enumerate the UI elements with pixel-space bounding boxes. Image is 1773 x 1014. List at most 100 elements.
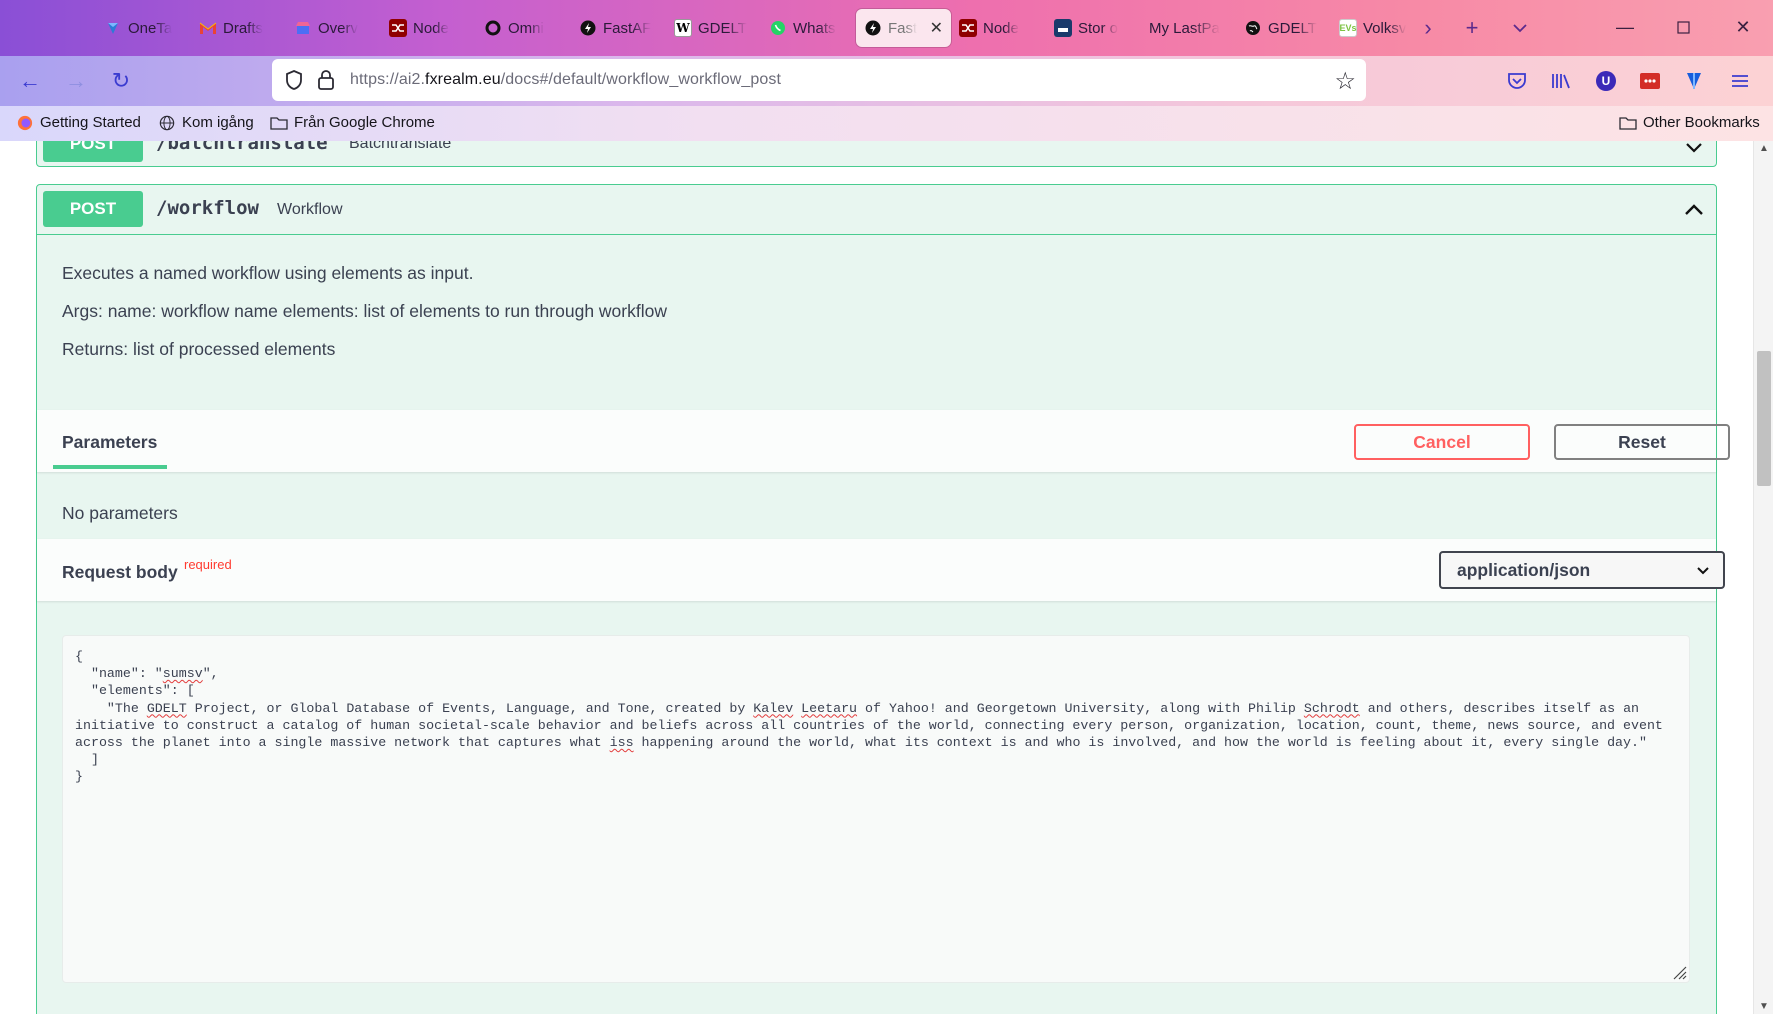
no-parameters-text: No parameters	[62, 503, 178, 523]
fastapi-icon	[864, 19, 882, 37]
tab-lastpass[interactable]: My LastPa	[1141, 9, 1236, 47]
tab-node-red-1[interactable]: Node	[381, 9, 476, 47]
reload-icon[interactable]: ↻	[103, 64, 139, 98]
operation-batchtranslate[interactable]: POST /batchtranslate Batchtranslate	[36, 141, 1717, 167]
lastpass-icon[interactable]	[1638, 69, 1662, 93]
globe-icon	[159, 115, 175, 130]
resize-grip-icon[interactable]	[1671, 964, 1687, 980]
tab-storage[interactable]: Stor o	[1046, 9, 1141, 47]
request-body-header: Request body required application/json	[37, 539, 1725, 601]
tab-node-red-2[interactable]: Node	[951, 9, 1046, 47]
request-body-label: Request body	[62, 562, 178, 582]
tab-parameters[interactable]: Parameters	[62, 432, 157, 453]
bookmark-label: Other Bookmarks	[1643, 114, 1760, 131]
tab-whatsapp[interactable]: Whats	[761, 9, 856, 47]
tab-label: GDELT	[698, 19, 747, 37]
tab-onetab[interactable]: OneTa	[96, 9, 191, 47]
description-returns: Returns: list of processed elements	[62, 339, 336, 359]
list-all-tabs-icon[interactable]	[1502, 10, 1538, 46]
misspelled-word: Leetaru	[801, 700, 858, 716]
json-text: Project, or Global Database of Events, L…	[186, 700, 754, 716]
scrollbar-thumb[interactable]	[1757, 351, 1771, 486]
close-window-icon[interactable]: ✕	[1720, 8, 1766, 46]
operation-path: /batchtranslate	[156, 141, 328, 154]
library-icon[interactable]	[1550, 69, 1574, 93]
json-line: }	[75, 769, 83, 785]
json-punct: ",	[202, 666, 219, 682]
chevron-down-icon[interactable]	[1682, 141, 1706, 160]
request-body-editor[interactable]: { "name": "sumsv", "elements": [ "The GD…	[62, 635, 1690, 983]
bookmark-label: Getting Started	[40, 114, 141, 131]
menu-icon[interactable]	[1728, 69, 1752, 93]
required-badge: required	[184, 557, 232, 572]
json-text: happening around the world, what its con…	[633, 735, 1647, 751]
tab-overview[interactable]: Overv	[286, 9, 381, 47]
operation-summary: Workflow	[277, 201, 343, 218]
tracking-shield-icon[interactable]	[284, 69, 304, 91]
fastapi-icon	[579, 19, 597, 37]
bookmark-label: Kom igång	[182, 114, 254, 131]
evs-icon: EVs	[1339, 19, 1357, 37]
tab-gmail-drafts[interactable]: Drafts	[191, 9, 286, 47]
tab-list: OneTa Drafts Overv Node Omni FastAF W GD…	[96, 9, 1426, 47]
misspelled-word: Kalev	[753, 700, 794, 716]
tab-label: Whats	[793, 19, 836, 37]
minimize-window-icon[interactable]: —	[1602, 8, 1648, 46]
chevron-up-icon[interactable]	[1682, 197, 1706, 221]
tab-label: FastAF	[603, 19, 652, 37]
scroll-down-icon[interactable]: ▼	[1754, 1001, 1773, 1012]
tab-gdelt-wiki[interactable]: W GDELT	[666, 9, 761, 47]
back-icon[interactable]: ←	[12, 64, 48, 98]
tab-label: OneTa	[128, 19, 173, 37]
tab-omni[interactable]: Omni	[476, 9, 571, 47]
bitwarden-icon[interactable]	[1682, 69, 1706, 93]
description-args: Args: name: workflow name elements: list…	[62, 301, 667, 321]
description-line: Executes a named workflow using elements…	[62, 263, 474, 283]
bookmark-folder-other[interactable]: Other Bookmarks	[1619, 114, 1760, 131]
json-text: of Yahoo! and Georgetown University, alo…	[857, 700, 1304, 716]
bookmark-getting-started[interactable]: Getting Started	[16, 114, 141, 131]
method-badge: POST	[43, 191, 143, 227]
scroll-up-icon[interactable]: ▲	[1754, 143, 1773, 154]
operation-summary-bar[interactable]: POST /workflow Workflow	[37, 185, 1716, 235]
url-prefix: https://ai2.	[350, 71, 426, 88]
chevron-down-icon	[1697, 567, 1709, 575]
url-text[interactable]: https://ai2.fxrealm.eu/docs#/default/wor…	[350, 71, 781, 89]
globe-icon	[1244, 19, 1262, 37]
tab-scroll-right-icon[interactable]: ›	[1410, 10, 1446, 46]
bookmark-star-icon[interactable]: ☆	[1334, 67, 1356, 96]
content-type-value: application/json	[1457, 559, 1591, 580]
ublock-icon[interactable]: U	[1594, 69, 1618, 93]
content-type-select[interactable]: application/json	[1439, 551, 1725, 589]
cancel-button[interactable]: Cancel	[1354, 424, 1530, 460]
forward-icon[interactable]: →	[58, 64, 94, 98]
new-tab-icon[interactable]: +	[1454, 10, 1490, 46]
reset-button[interactable]: Reset	[1554, 424, 1730, 460]
lock-icon[interactable]	[317, 69, 335, 91]
json-text: "The	[75, 700, 147, 716]
tab-fastapi-active[interactable]: Fast ✕	[856, 9, 951, 47]
bookmark-kom-igang[interactable]: Kom igång	[158, 114, 254, 131]
svg-text:U: U	[1602, 74, 1611, 88]
store-icon	[294, 19, 312, 37]
tab-gdelt-globe[interactable]: GDELT	[1236, 9, 1331, 47]
bookmark-folder-fran-google[interactable]: Från Google Chrome	[270, 114, 435, 131]
pocket-icon[interactable]	[1505, 69, 1529, 93]
tab-label: Overv	[318, 19, 359, 37]
firefox-icon	[17, 115, 33, 130]
tab-label: Node	[983, 19, 1019, 37]
operation-summary: Batchtranslate	[349, 141, 452, 152]
omni-icon	[484, 19, 502, 37]
misspelled-word: iss	[609, 735, 634, 751]
close-tab-icon[interactable]: ✕	[930, 18, 943, 38]
maximize-window-icon[interactable]	[1660, 8, 1706, 46]
json-line: {	[75, 649, 83, 664]
wikipedia-icon: W	[674, 19, 692, 37]
page-scrollbar[interactable]: ▲ ▼	[1753, 141, 1773, 1014]
tab-label: Stor o	[1078, 19, 1119, 37]
bookmark-label: Från Google Chrome	[294, 114, 435, 131]
json-key-name: "name": "	[75, 666, 163, 682]
tab-fastapi-1[interactable]: FastAF	[571, 9, 666, 47]
url-domain: fxrealm.eu	[425, 71, 501, 88]
url-bar[interactable]: https://ai2.fxrealm.eu/docs#/default/wor…	[272, 59, 1366, 101]
